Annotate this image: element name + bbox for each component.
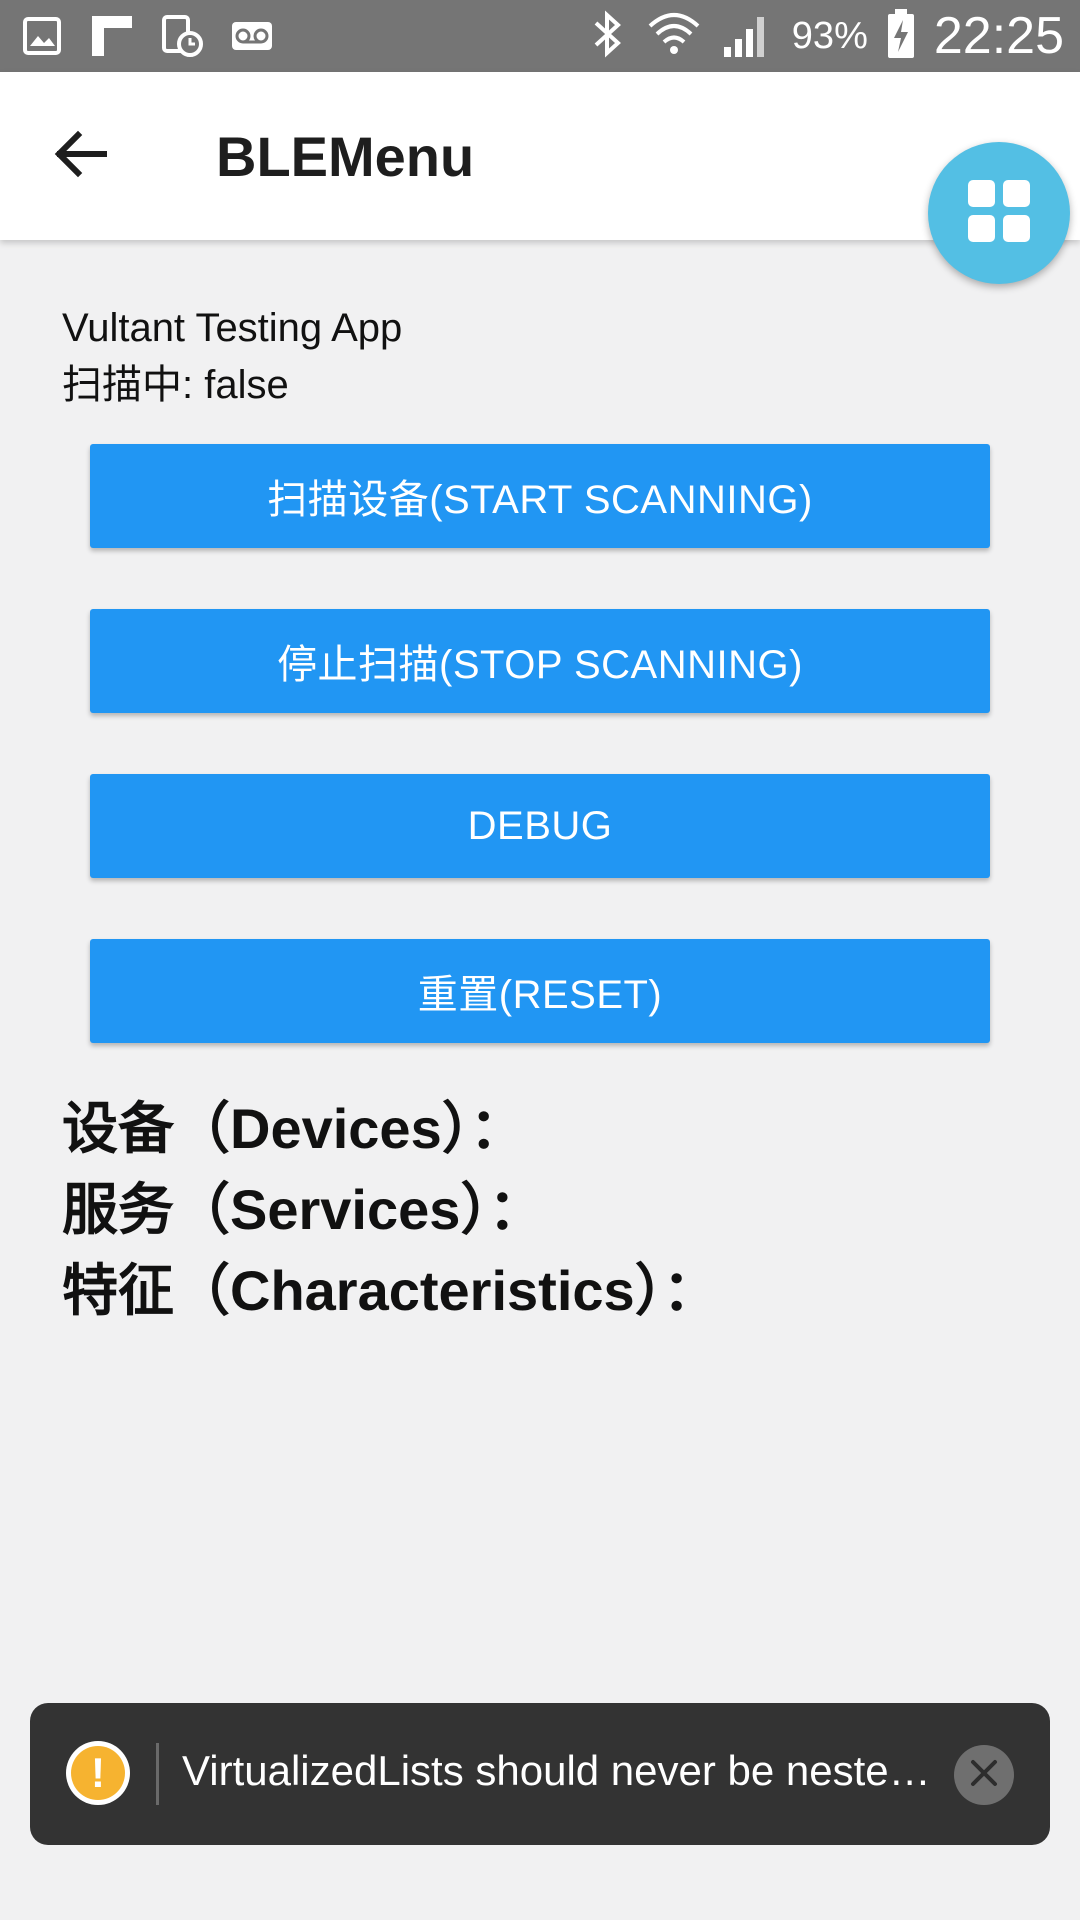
system-indicators: 93% 22:25	[588, 6, 1064, 66]
debug-button[interactable]: DEBUG	[90, 774, 990, 878]
arrow-left-icon	[52, 129, 108, 184]
battery-charging-icon	[886, 8, 916, 65]
warning-icon: !	[66, 1741, 130, 1805]
toast-message[interactable]: VirtualizedLists should never be nested …	[182, 1747, 952, 1795]
warning-toast[interactable]: ! VirtualizedLists should never be neste…	[30, 1703, 1050, 1845]
clock: 22:25	[933, 7, 1064, 65]
toast-close-button[interactable]	[954, 1745, 1014, 1805]
status-bar: 93% 22:25	[0, 0, 1080, 72]
stop-scanning-button[interactable]: 停止扫描(STOP SCANNING)	[90, 609, 990, 713]
intro-text: Vultant Testing App 扫描中: false	[62, 300, 402, 414]
devices-heading: 设备（Devices）：	[62, 1097, 526, 1160]
back-button[interactable]	[40, 116, 120, 196]
notification-icons	[18, 12, 276, 60]
bluetooth-icon	[588, 9, 628, 64]
wifi-icon	[646, 8, 702, 65]
menu-fab-button[interactable]	[928, 142, 1070, 284]
services-heading: 服务（Services）：	[62, 1178, 545, 1241]
close-icon	[970, 1759, 998, 1792]
app-bar: BLEMenu	[0, 72, 1080, 240]
alarm-clock-icon	[158, 12, 206, 60]
reset-button[interactable]: 重置(RESET)	[90, 939, 990, 1043]
image-icon	[18, 12, 66, 60]
flipboard-icon	[88, 12, 136, 60]
scanning-status-label: 扫描中: false	[62, 363, 289, 407]
signal-icon	[720, 9, 774, 64]
grid-icon	[966, 178, 1032, 249]
battery-percent: 93%	[791, 14, 868, 57]
characteristics-heading: 特征（Characteristics）：	[62, 1259, 719, 1322]
warning-glyph: !	[71, 1746, 125, 1800]
app-name-label: Vultant Testing App	[62, 306, 403, 350]
start-scanning-button[interactable]: 扫描设备(START SCANNING)	[90, 444, 990, 548]
page-title: BLEMenu	[216, 125, 475, 188]
voicemail-icon	[228, 12, 276, 60]
toast-divider	[156, 1743, 159, 1805]
